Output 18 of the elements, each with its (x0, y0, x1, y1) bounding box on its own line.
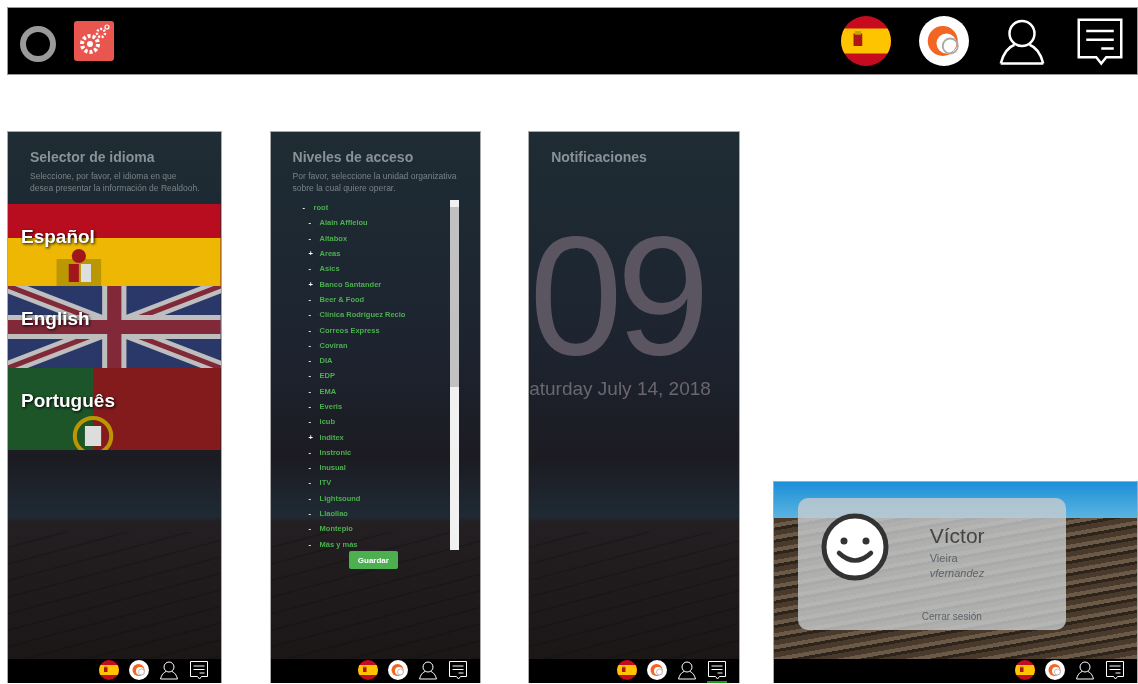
language-option[interactable]: Português (8, 368, 221, 450)
spain-flag-icon[interactable] (841, 16, 891, 66)
scrollbar[interactable] (450, 200, 460, 550)
panel-title: Notificaciones (550, 148, 648, 165)
user-last-name: Vieira (929, 552, 959, 564)
panel-description: Seleccione, por favor, el idioma en que desea presentar la información de Realdooh. (29, 170, 201, 194)
smiley-avatar-icon (819, 512, 890, 582)
ring-icon[interactable] (18, 24, 58, 64)
username: vfernandez (929, 567, 986, 579)
logo-icon[interactable] (919, 16, 969, 66)
user-first-name: Víctor (929, 524, 986, 548)
panel-title: Selector de idioma (29, 148, 156, 165)
clock-date: aturday July 14, 2018 (529, 378, 711, 400)
clock-time: 09 (529, 212, 705, 380)
panel-description: Por favor, seleccione la unidad organizativa sobre la cual quiere operar. (291, 170, 458, 194)
panel-title: Niveles de acceso (291, 148, 415, 165)
message-icon[interactable] (1075, 16, 1125, 66)
gears-icon[interactable] (74, 21, 114, 61)
